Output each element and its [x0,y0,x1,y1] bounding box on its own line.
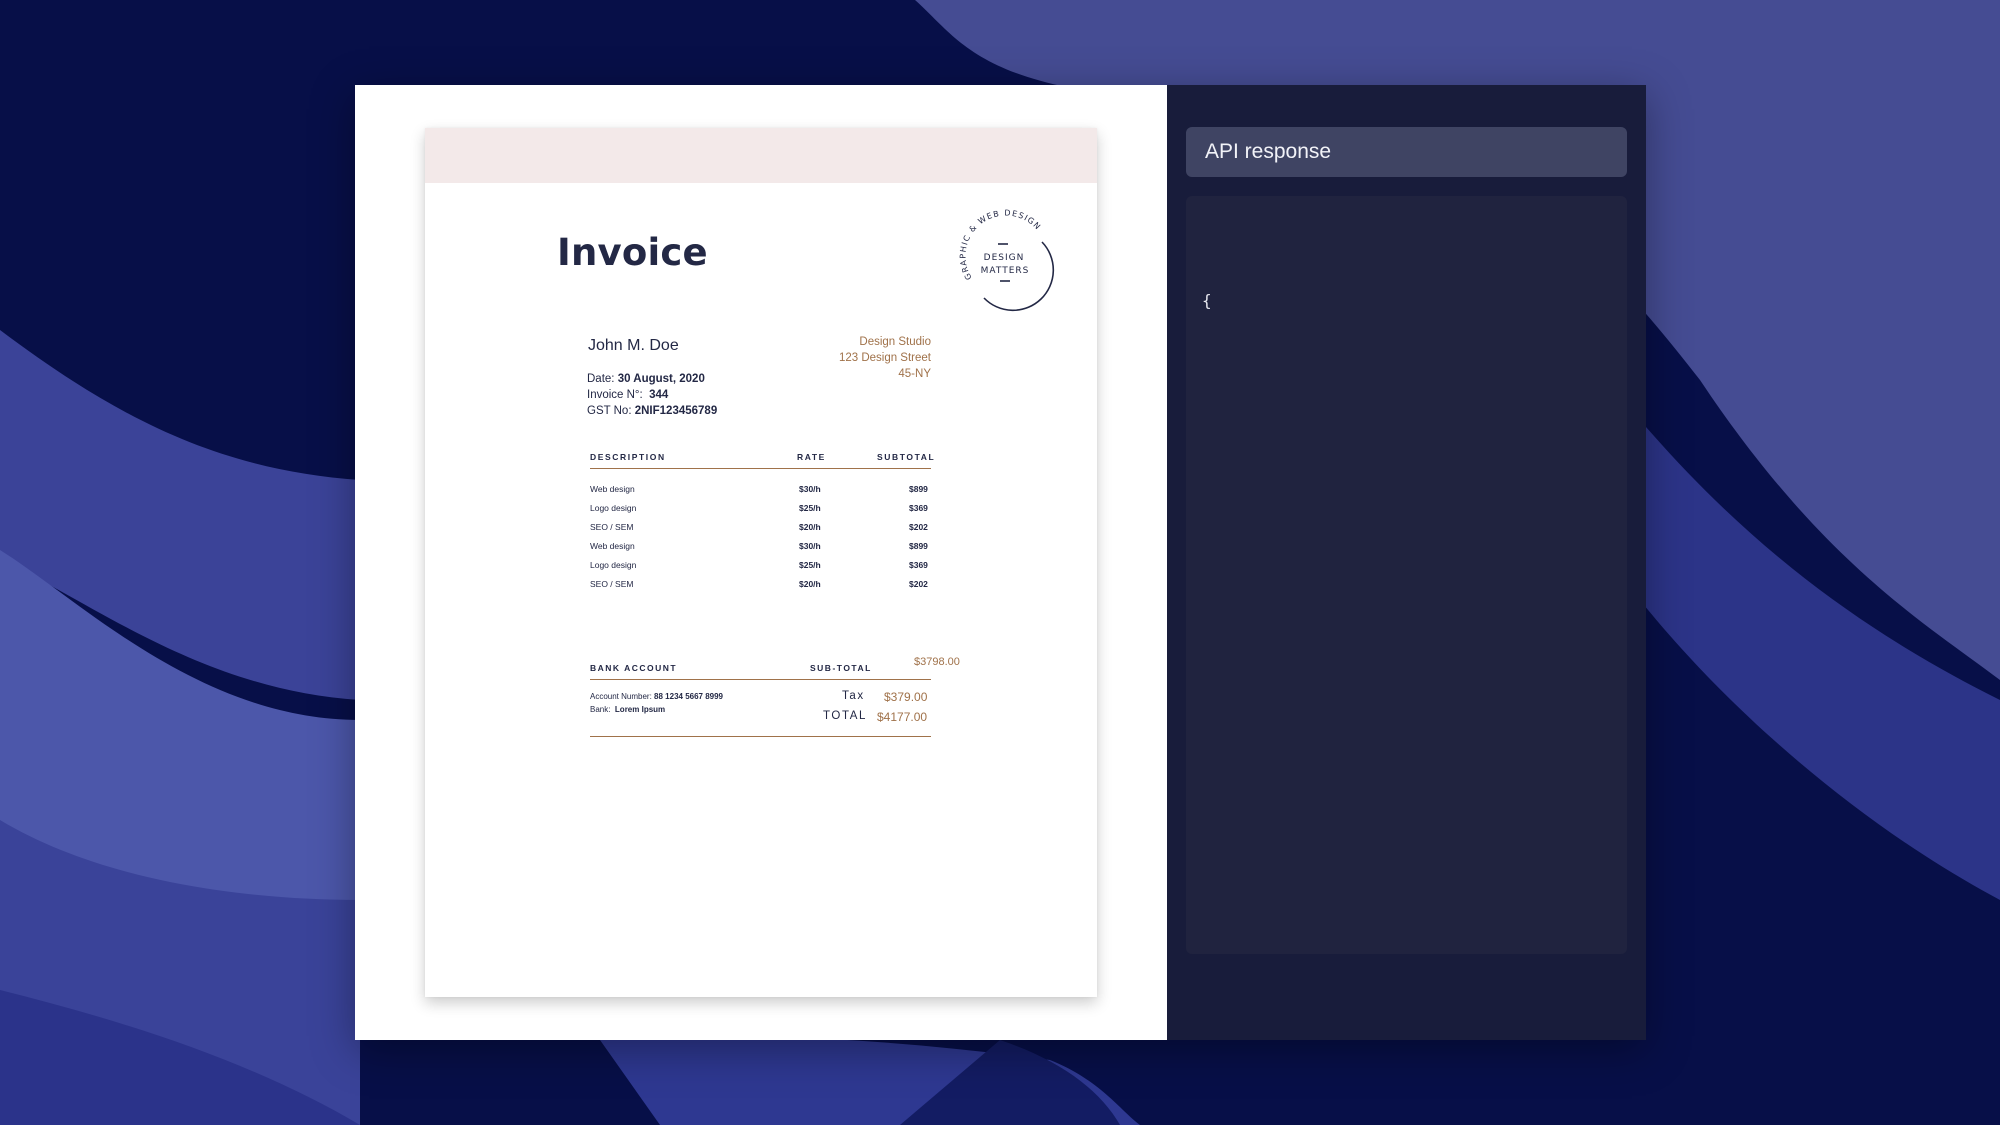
table-header-rule [590,468,931,469]
bank-account-heading: BANK ACCOUNT [590,663,678,673]
invoice-number: Invoice N°: 344 [587,389,668,401]
app-window: Invoice GRAPHIC & WEB DESIGN DESIGN MATT… [355,85,1646,1040]
studio-city: 45-NY [898,368,931,380]
api-response-body[interactable]: { [1186,196,1627,954]
subtotal-heading: SUB-TOTAL [810,663,872,673]
item-rate: $30/h [799,484,821,494]
item-description: Logo design [590,560,637,570]
invoice-number-label: Invoice N°: [587,389,643,401]
item-description: Logo design [590,503,637,513]
account-number-label: Account Number: [590,692,652,701]
item-rate: $30/h [799,541,821,551]
column-rate: RATE [797,452,826,462]
item-subtotal: $369 [909,560,928,570]
invoice-title: Invoice [557,231,708,274]
summary-bottom-rule [590,736,931,737]
total-label: TOTAL [823,710,867,722]
item-rate: $25/h [799,503,821,513]
studio-name: Design Studio [859,336,931,348]
gst-number: GST No: 2NIF123456789 [587,405,717,417]
item-rate: $20/h [799,579,821,589]
item-subtotal: $899 [909,541,928,551]
invoice-date: Date: 30 August, 2020 [587,373,705,385]
item-description: SEO / SEM [590,522,634,532]
total-value: $4177.00 [877,710,928,724]
bank-value: Lorem Ipsum [614,705,666,714]
subtotal-value: $3798.00 [914,656,960,668]
item-description: SEO / SEM [590,579,634,589]
column-description: DESCRIPTION [590,452,666,462]
api-response-header: API response [1186,127,1627,177]
tax-value: $379.00 [884,690,928,704]
summary-top-rule [590,679,931,680]
account-number-value: 88 1234 5667 8999 [654,692,724,701]
invoice-document: Invoice GRAPHIC & WEB DESIGN DESIGN MATT… [425,128,1097,997]
api-response-title: API response [1205,140,1332,163]
item-subtotal: $202 [909,522,928,532]
document-preview-pane: Invoice GRAPHIC & WEB DESIGN DESIGN MATT… [355,85,1167,1040]
date-label: Date: [587,373,615,385]
invoice-number-value: 344 [649,389,669,401]
api-response-json: { [1202,291,1212,310]
tax-label: Tax [842,690,865,702]
logo-line-1: DESIGN [984,253,1025,263]
item-subtotal: $369 [909,503,928,513]
logo-line-2: MATTERS [981,266,1030,276]
account-number: Account Number: 88 1234 5667 8999 [590,692,723,701]
studio-street: 123 Design Street [838,352,931,364]
item-rate: $20/h [799,522,821,532]
item-subtotal: $202 [909,579,928,589]
item-rate: $25/h [799,560,821,570]
item-description: Web design [590,484,635,494]
design-matters-logo-icon: GRAPHIC & WEB DESIGN DESIGN MATTERS [950,206,1058,314]
client-name: John M. Doe [588,337,679,354]
api-response-pane: API response { [1167,85,1646,1040]
gst-value: 2NIF123456789 [634,405,718,417]
bank-name: Bank: Lorem Ipsum [590,705,665,714]
invoice-header-band [425,128,1097,183]
bank-label: Bank: [590,705,611,714]
date-value: 30 August, 2020 [617,373,705,385]
gst-label: GST No: [587,405,632,417]
column-subtotal: SUBTOTAL [877,452,936,462]
item-subtotal: $899 [909,484,928,494]
item-description: Web design [590,541,635,551]
